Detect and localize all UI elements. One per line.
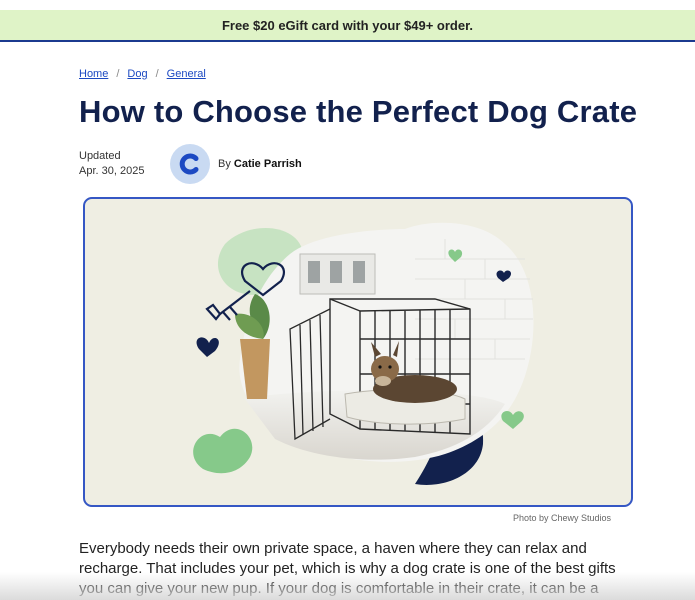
- breadcrumb-separator: /: [116, 68, 120, 80]
- hero-image: [83, 197, 633, 507]
- by-label: By: [218, 158, 231, 170]
- article-title: How to Choose the Perfect Dog Crate: [79, 94, 638, 129]
- hero-illustration: [193, 222, 534, 485]
- breadcrumb: Home / Dog / General: [79, 68, 206, 80]
- updated-label: Updated: [79, 150, 121, 162]
- heart-icon: [501, 410, 524, 429]
- article-meta: Updated Apr. 30, 2025 By Catie Parrish: [79, 144, 302, 184]
- promo-banner[interactable]: Free $20 eGift card with your $49+ order…: [0, 10, 695, 42]
- byline: By Catie Parrish: [218, 158, 302, 170]
- chewy-logo-icon: [179, 153, 199, 175]
- author-avatar[interactable]: [170, 144, 210, 184]
- heart-icon: [193, 428, 253, 474]
- breadcrumb-general[interactable]: General: [167, 68, 206, 80]
- updated-date: Apr. 30, 2025: [79, 165, 145, 177]
- breadcrumb-dog[interactable]: Dog: [127, 68, 147, 80]
- updated-info: Updated Apr. 30, 2025: [79, 149, 169, 179]
- promo-text: Free $20 eGift card with your $49+ order…: [221, 17, 474, 33]
- scroll-fade: [0, 572, 695, 600]
- breadcrumb-separator: /: [155, 68, 159, 80]
- photo-credit: Photo by Chewy Studios: [513, 513, 612, 523]
- breadcrumb-home[interactable]: Home: [79, 68, 108, 80]
- author-name[interactable]: Catie Parrish: [234, 158, 302, 170]
- heart-icon: [196, 337, 219, 357]
